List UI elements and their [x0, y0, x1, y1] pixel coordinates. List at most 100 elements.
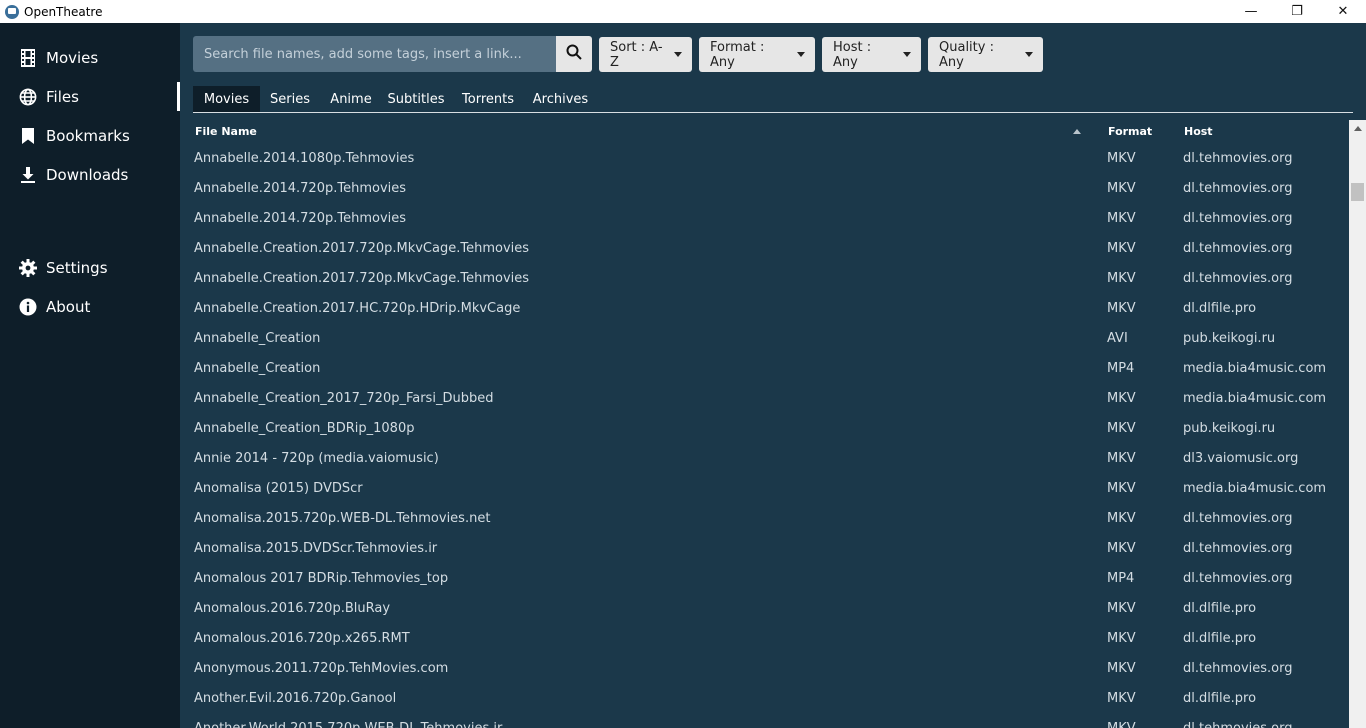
- close-button[interactable]: ✕: [1320, 0, 1366, 23]
- file-name-cell: Anomalous 2017 BDRip.Tehmovies_top: [194, 571, 449, 586]
- tab-series[interactable]: Series: [264, 86, 316, 112]
- host-dropdown-label: Host : Any: [833, 39, 872, 70]
- table-row[interactable]: Anomalisa (2015) DVDScr MKV media.bia4musi…: [193, 474, 1345, 504]
- restore-icon: ❐: [1291, 4, 1303, 19]
- format-cell: MKV: [1107, 301, 1136, 316]
- globe-icon: [18, 87, 38, 107]
- file-name-cell: Annabelle.Creation.2017.HC.720p.HDrip.Mk…: [194, 301, 521, 316]
- file-name-cell: Annabelle_Creation: [194, 361, 321, 376]
- tabs-divider: [193, 112, 1353, 113]
- format-cell: MKV: [1107, 481, 1136, 496]
- table-row[interactable]: Another.Evil.2016.720p.Ganool MKV dl.dlfil…: [193, 684, 1345, 714]
- host-cell: dl3.vaiomusic.org: [1183, 451, 1299, 466]
- table-row[interactable]: Annabelle.2014.720p.Tehmovies MKV dl.tehmo…: [193, 174, 1345, 204]
- format-cell: MP4: [1107, 571, 1135, 586]
- sidebar-item-label: About: [46, 297, 91, 316]
- format-cell: MKV: [1107, 271, 1136, 286]
- close-icon: ✕: [1337, 4, 1349, 19]
- file-name-cell: Annabelle_Creation_BDRip_1080p: [194, 421, 415, 436]
- column-header-file-name[interactable]: File Name: [195, 125, 257, 138]
- tab-archives[interactable]: Archives: [529, 86, 592, 112]
- sidebar-item-movies[interactable]: Movies: [0, 38, 180, 77]
- table-row[interactable]: Annabelle.Creation.2017.HC.720p.HDrip.Mk…: [193, 294, 1345, 324]
- search-button[interactable]: [556, 36, 592, 72]
- tab-subtitles[interactable]: Subtitles: [385, 86, 447, 112]
- table-row[interactable]: Annie 2014 - 720p (media.vaiomusic) MKV dl…: [193, 444, 1345, 474]
- format-cell: MKV: [1107, 241, 1136, 256]
- host-cell: dl.tehmovies.org: [1183, 181, 1293, 196]
- column-header-host[interactable]: Host: [1184, 125, 1213, 138]
- scroll-thumb[interactable]: [1351, 183, 1364, 201]
- file-name-cell: Annabelle.Creation.2017.720p.MkvCage.Teh…: [194, 271, 530, 286]
- chevron-down-icon: [1025, 52, 1033, 57]
- quality-dropdown-label: Quality : Any: [939, 39, 994, 70]
- table-row[interactable]: Annabelle.Creation.2017.720p.MkvCage.Teh…: [193, 264, 1345, 294]
- format-cell: MKV: [1107, 631, 1136, 646]
- format-cell: MKV: [1107, 421, 1136, 436]
- sidebar-item-label: Movies: [46, 48, 99, 67]
- host-cell: dl.tehmovies.org: [1183, 661, 1293, 676]
- download-icon: [18, 165, 38, 185]
- file-name-cell: Annie 2014 - 720p (media.vaiomusic): [194, 451, 439, 466]
- table-header: File Name Format Host: [193, 122, 1345, 142]
- host-cell: dl.dlfile.pro: [1183, 601, 1257, 616]
- file-name-cell: Annabelle.2014.1080p.Tehmovies: [194, 151, 415, 166]
- host-cell: dl.tehmovies.org: [1183, 721, 1292, 728]
- sidebar-item-settings[interactable]: Settings: [0, 248, 180, 287]
- app-logo-icon: [5, 4, 19, 19]
- column-header-format[interactable]: Format: [1108, 125, 1152, 138]
- table-row[interactable]: Anomalous.2016.720p.x265.RMT MKV dl.dlfile…: [193, 624, 1345, 654]
- table-row[interactable]: Another.World.2015.720p.WEB-DL.Tehmovies…: [193, 714, 1345, 728]
- table-row[interactable]: Annabelle_Creation_2017_720p_Farsi_Dubbe…: [193, 384, 1345, 414]
- host-cell: media.bia4music.com: [1183, 481, 1327, 496]
- format-cell: MKV: [1107, 691, 1136, 706]
- host-cell: dl.dlfile.pro: [1183, 691, 1257, 706]
- sort-dropdown[interactable]: Sort : A-Z: [599, 37, 692, 72]
- format-cell: MKV: [1107, 721, 1136, 728]
- host-dropdown[interactable]: Host : Any: [822, 37, 921, 72]
- format-cell: MKV: [1107, 391, 1136, 406]
- host-cell: dl.dlfile.pro: [1183, 301, 1257, 316]
- title-bar: OpenTheatre — ❐ ✕: [0, 0, 1366, 23]
- table-row[interactable]: Anomalisa.2015.720p.WEB-DL.Tehmovies.net…: [193, 504, 1345, 534]
- table-row[interactable]: Anomalous 2017 BDRip.Tehmovies_top MP4 dl.…: [193, 564, 1345, 594]
- table-row[interactable]: Anomalisa.2015.DVDScr.Tehmovies.ir MKV dl.…: [193, 534, 1345, 564]
- table-row[interactable]: Anonymous.2011.720p.TehMovies.com MKV dl.t…: [193, 654, 1345, 684]
- table-row[interactable]: Annabelle_Creation AVI pub.keikogi.ru: [193, 324, 1345, 354]
- sidebar-item-label: Files: [46, 87, 79, 106]
- tab-anime[interactable]: Anime: [325, 86, 377, 112]
- scroll-up-icon[interactable]: [1349, 120, 1366, 137]
- sidebar-item-label: Bookmarks: [46, 126, 130, 145]
- scrollbar[interactable]: [1349, 120, 1366, 728]
- sidebar-item-about[interactable]: About: [0, 287, 180, 326]
- table-row[interactable]: Annabelle.2014.1080p.Tehmovies MKV dl.tehm…: [193, 144, 1345, 174]
- file-name-cell: Another.Evil.2016.720p.Ganool: [194, 691, 397, 706]
- table-row[interactable]: Anomalous.2016.720p.BluRay MKV dl.dlfile.p…: [193, 594, 1345, 624]
- window-title: OpenTheatre: [24, 4, 103, 19]
- table-row[interactable]: Annabelle.2014.720p.Tehmovies MKV dl.tehmo…: [193, 204, 1345, 234]
- window-controls: — ❐ ✕: [1228, 0, 1366, 23]
- sidebar-item-files[interactable]: Files: [0, 77, 180, 116]
- tab-movies[interactable]: Movies: [193, 86, 260, 112]
- quality-dropdown[interactable]: Quality : Any: [928, 37, 1043, 72]
- format-dropdown[interactable]: Format : Any: [699, 37, 815, 72]
- minimize-button[interactable]: —: [1228, 0, 1274, 23]
- search-input[interactable]: [193, 36, 556, 72]
- sidebar: Movies Files Bookmarks Downloads Setting…: [0, 23, 180, 728]
- maximize-button[interactable]: ❐: [1274, 0, 1320, 23]
- sidebar-item-downloads[interactable]: Downloads: [0, 155, 180, 194]
- table-row[interactable]: Annabelle_Creation MP4 media.bia4music.com: [193, 354, 1345, 384]
- format-cell: MKV: [1107, 151, 1136, 166]
- sidebar-item-bookmarks[interactable]: Bookmarks: [0, 116, 180, 155]
- format-cell: MKV: [1107, 541, 1136, 556]
- table-row[interactable]: Annabelle.Creation.2017.720p.MkvCage.Teh…: [193, 234, 1345, 264]
- file-name-cell: Anomalisa.2015.DVDScr.Tehmovies.ir: [194, 541, 438, 556]
- chevron-down-icon: [797, 52, 805, 57]
- file-table: Annabelle.2014.1080p.Tehmovies MKV dl.tehm…: [193, 144, 1345, 728]
- host-cell: dl.tehmovies.org: [1183, 541, 1293, 556]
- file-name-cell: Anomalous.2016.720p.BluRay: [194, 601, 391, 616]
- format-cell: MKV: [1107, 511, 1136, 526]
- tab-torrents[interactable]: Torrents: [457, 86, 519, 112]
- sort-ascending-icon: [1073, 129, 1081, 134]
- table-row[interactable]: Annabelle_Creation_BDRip_1080p MKV pub.kei…: [193, 414, 1345, 444]
